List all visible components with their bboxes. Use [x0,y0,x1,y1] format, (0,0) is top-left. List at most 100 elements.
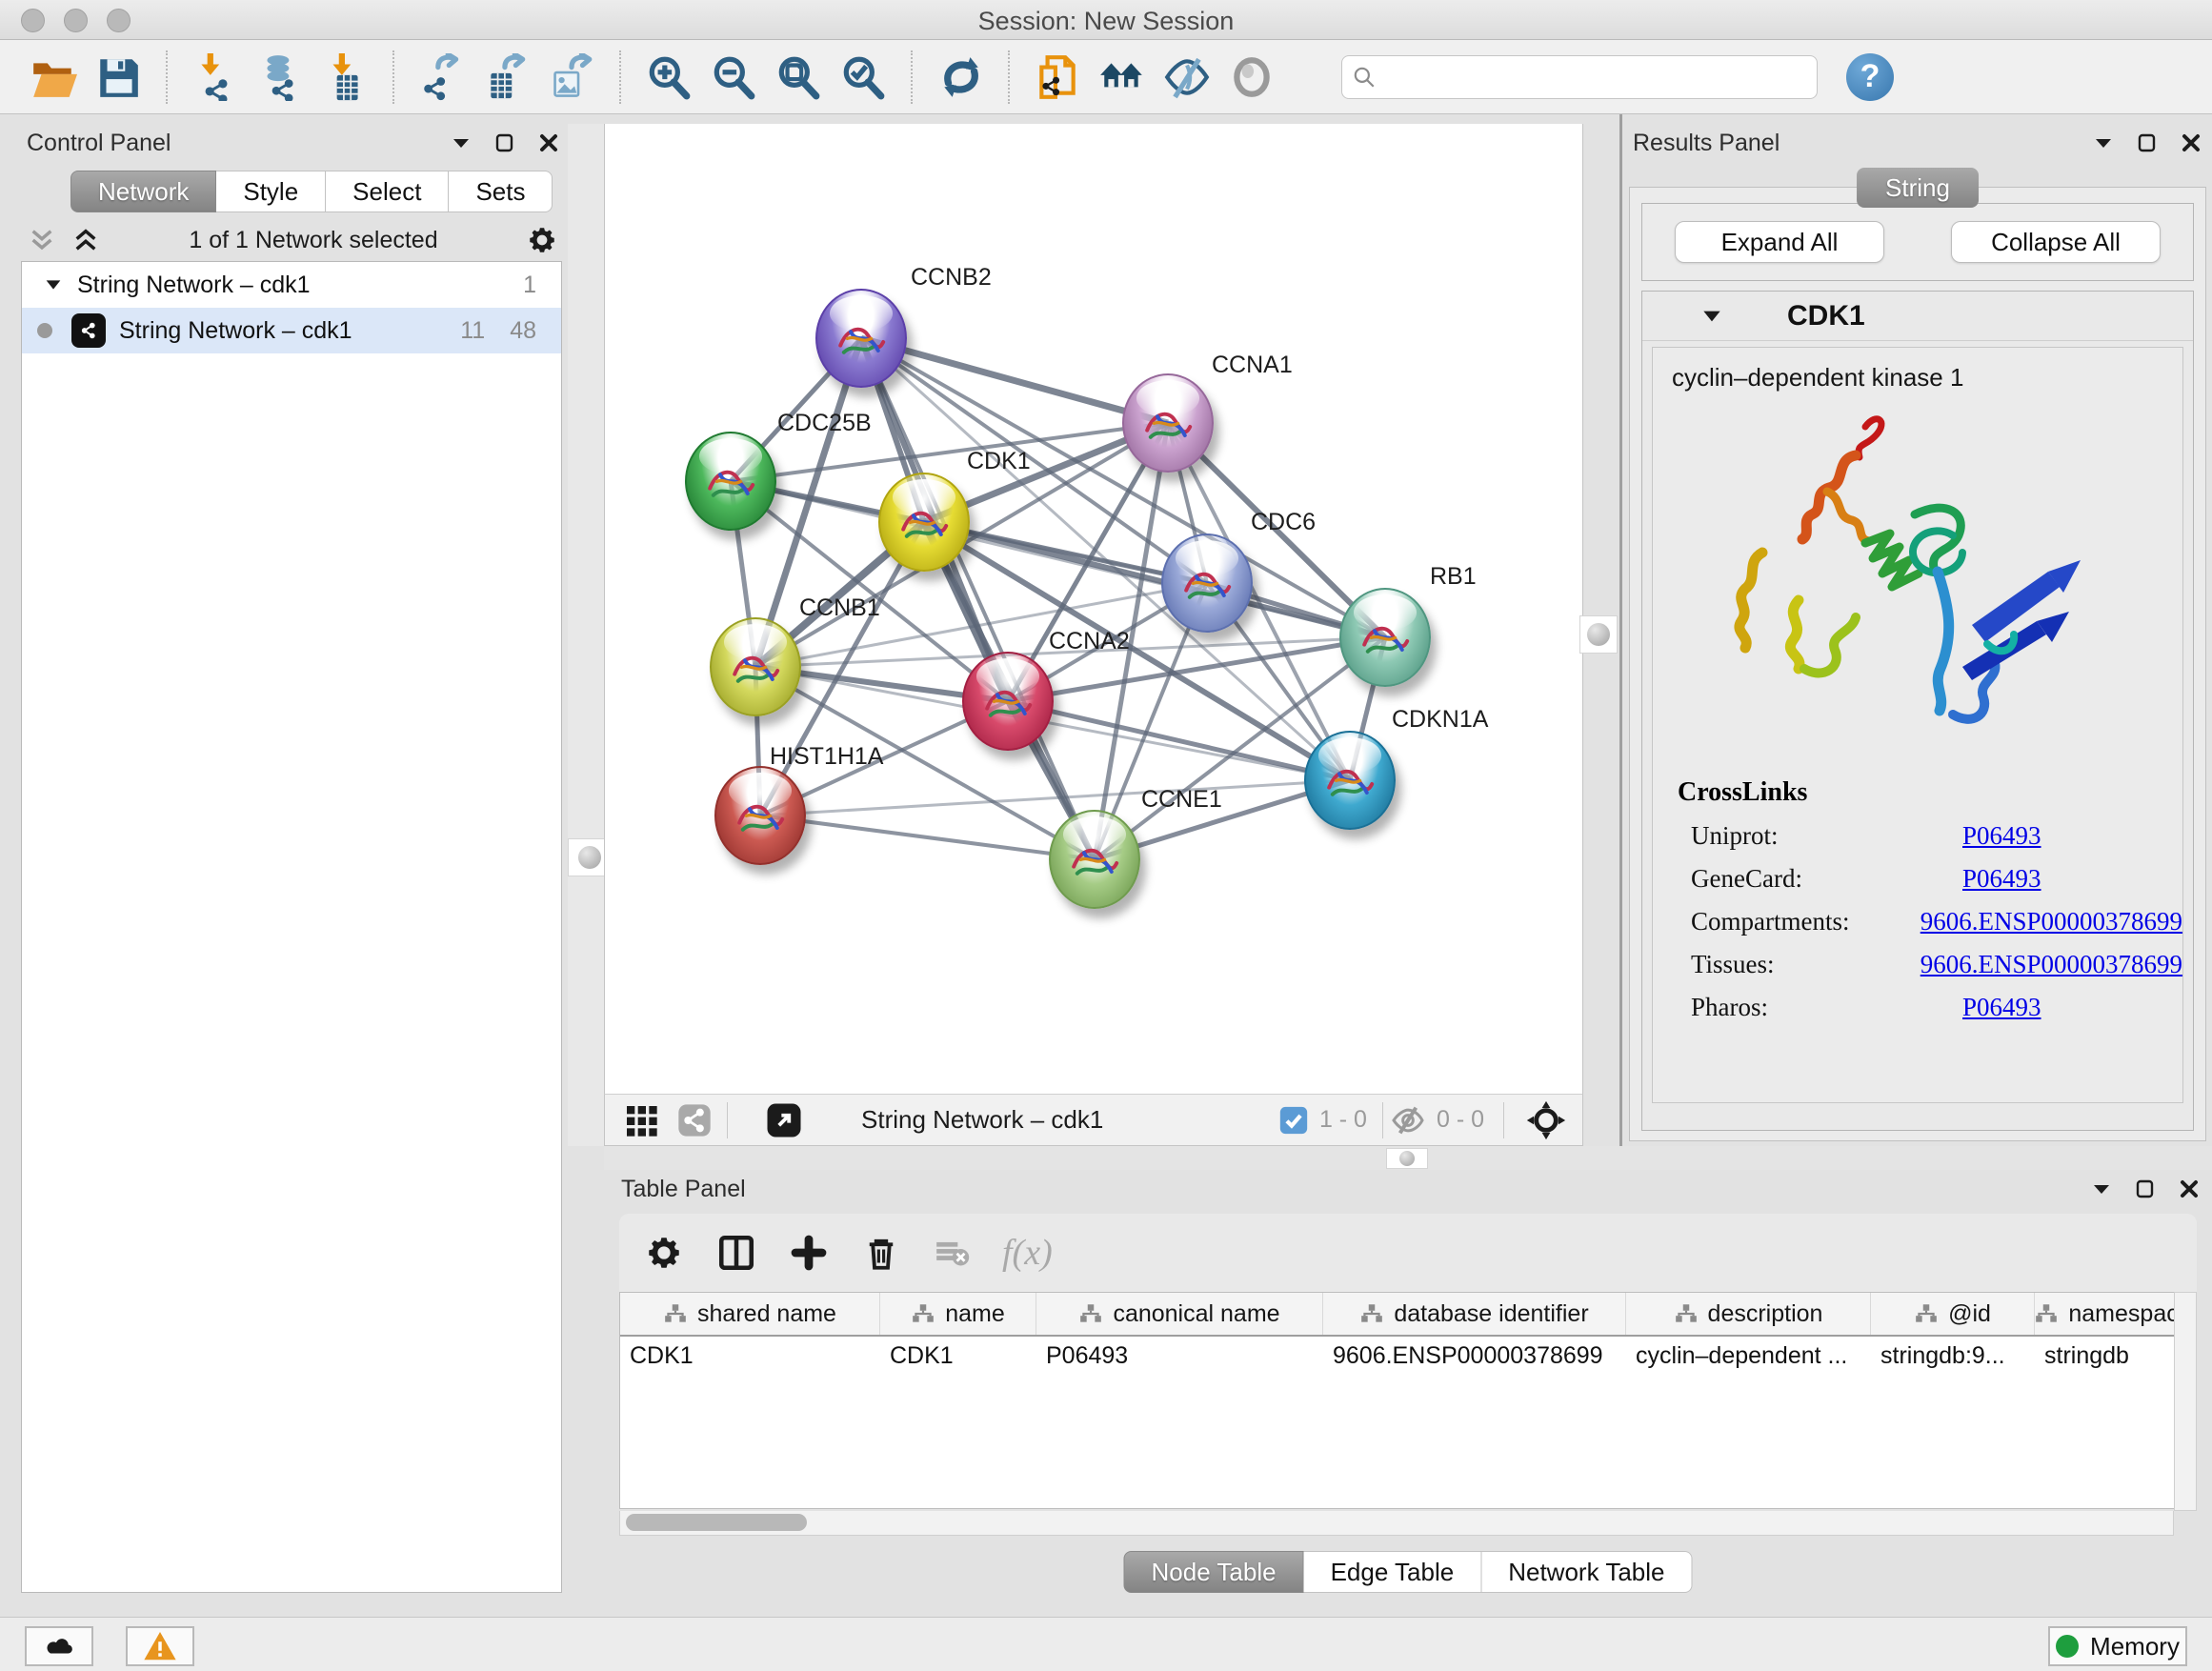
expand-all-button[interactable]: Expand All [1675,221,1884,263]
count-badge: 11 [460,317,485,345]
table-cell[interactable]: stringdb:9... [1871,1337,2035,1380]
open-session-button[interactable] [26,50,81,105]
network-node-ccna1[interactable] [1122,373,1214,473]
birdseye-view-icon[interactable] [764,1100,804,1140]
network-tree-item[interactable]: String Network – cdk11148 [22,308,561,353]
column-header-namespace[interactable]: namespace [2035,1293,2192,1335]
column-header-database-identifier[interactable]: database identifier [1323,1293,1626,1335]
selected-checkbox-icon[interactable] [1277,1104,1310,1137]
network-node-ccne1[interactable] [1049,810,1140,909]
collapse-section-icon[interactable] [1699,304,1724,329]
network-node-cdc25b[interactable] [685,432,776,531]
import-network-file-button[interactable] [188,50,243,105]
column-header--id[interactable]: @id [1871,1293,2035,1335]
table-horizontal-scrollbar[interactable] [619,1511,2174,1536]
crosslink-link[interactable]: P06493 [1962,864,2041,894]
memory-status-button[interactable]: Memory [2048,1626,2187,1666]
refresh-layout-button[interactable] [933,50,988,105]
right-splitter-handle[interactable] [1579,615,1618,654]
delete-column-icon[interactable] [861,1233,901,1273]
expand-all-icon[interactable] [70,225,101,255]
string-home-button[interactable] [1095,50,1150,105]
panel-menu-icon[interactable] [2090,1178,2113,1200]
network-node-cdkn1a[interactable] [1304,731,1396,830]
tab-node-table[interactable]: Node Table [1124,1551,1304,1593]
collapse-all-button[interactable]: Collapse All [1951,221,2161,263]
tab-string[interactable]: String [1857,168,1979,208]
tab-style[interactable]: Style [216,171,326,212]
tab-edge-table[interactable]: Edge Table [1304,1551,1482,1593]
add-column-icon[interactable] [789,1233,829,1273]
network-options-gear-icon[interactable] [526,224,558,256]
tab-network-table[interactable]: Network Table [1481,1551,1692,1593]
table-cell[interactable]: P06493 [1036,1337,1323,1380]
tab-sets[interactable]: Sets [449,171,553,212]
table-cell[interactable]: CDK1 [620,1337,880,1380]
table-vertical-scrollbar[interactable] [2174,1292,2197,1511]
tab-select[interactable]: Select [326,171,449,212]
export-network-button[interactable] [414,50,470,105]
zoom-in-button[interactable] [641,50,696,105]
hidden-node-edge-counts: 0 - 0 [1437,1106,1484,1134]
panel-menu-icon[interactable] [450,131,473,154]
panel-menu-icon[interactable] [2092,131,2115,154]
search-field[interactable] [1341,55,1818,99]
hide-selection-button[interactable] [1159,50,1215,105]
crosslink-link[interactable]: P06493 [1962,821,2041,851]
collapse-all-icon[interactable] [27,225,57,255]
export-image-button[interactable] [544,50,599,105]
float-panel-icon[interactable] [493,131,516,154]
float-panel-icon[interactable] [2134,1178,2157,1200]
tab-network[interactable]: Network [70,171,216,212]
string-network-icon-gray[interactable] [675,1101,714,1139]
zoom-fit-button[interactable] [771,50,826,105]
results-panel-divider[interactable] [1619,114,1622,1146]
zoom-out-button[interactable] [706,50,761,105]
network-node-rb1[interactable] [1339,588,1431,687]
table-cell[interactable]: stringdb [2035,1337,2192,1380]
close-panel-icon[interactable] [537,131,560,154]
column-header-name[interactable]: name [880,1293,1036,1335]
table-row[interactable]: CDK1CDK1P064939606.ENSP00000378699cyclin… [620,1337,2196,1380]
table-splitter-handle[interactable] [1386,1148,1428,1169]
float-panel-icon[interactable] [2136,131,2159,154]
node-label-ccna1: CCNA1 [1212,352,1293,379]
left-splitter[interactable] [568,124,604,1146]
column-type-icon [663,1301,688,1326]
crosslink-link[interactable]: 9606.ENSP00000378699 [1920,907,2182,936]
cloud-status-button[interactable] [25,1626,93,1666]
network-node-ccna2[interactable] [962,652,1054,751]
show-selection-button[interactable] [1224,50,1279,105]
column-header-canonical-name[interactable]: canonical name [1036,1293,1323,1335]
network-node-cdk1[interactable] [878,473,970,572]
tree-expander-icon[interactable] [43,274,64,295]
close-panel-icon[interactable] [2180,131,2202,154]
fit-content-crosshair-icon[interactable] [1525,1099,1567,1141]
crosslink-link[interactable]: 9606.ENSP00000378699 [1920,950,2182,979]
network-node-ccnb1[interactable] [710,617,801,716]
network-node-hist1h1a[interactable] [714,766,806,865]
warnings-button[interactable] [126,1626,194,1666]
table-cell[interactable]: CDK1 [880,1337,1036,1380]
table-options-gear-icon[interactable] [644,1233,684,1273]
show-columns-icon[interactable] [716,1233,756,1273]
import-table-button[interactable] [317,50,372,105]
table-cell[interactable]: cyclin–dependent ... [1626,1337,1871,1380]
share-document-button[interactable] [1030,50,1085,105]
help-button[interactable]: ? [1846,53,1894,101]
network-node-ccnb2[interactable] [815,289,907,388]
network-canvas[interactable]: CCNB2 CCNA1 CDC25B CDK1 CDC6 RB1 CCNB1 [604,124,1583,1094]
close-panel-icon[interactable] [2178,1178,2201,1200]
column-header-shared-name[interactable]: shared name [620,1293,880,1335]
grid-view-icon[interactable] [622,1101,660,1139]
save-session-button[interactable] [90,50,146,105]
import-network-database-button[interactable] [252,50,308,105]
zoom-selected-button[interactable] [835,50,891,105]
table-cell[interactable]: 9606.ENSP00000378699 [1323,1337,1626,1380]
network-node-cdc6[interactable] [1161,534,1253,633]
search-input[interactable] [1384,64,1807,91]
crosslink-link[interactable]: P06493 [1962,993,2041,1022]
export-table-button[interactable] [479,50,534,105]
network-tree-item[interactable]: String Network – cdk11 [22,262,561,308]
column-header-description[interactable]: description [1626,1293,1871,1335]
